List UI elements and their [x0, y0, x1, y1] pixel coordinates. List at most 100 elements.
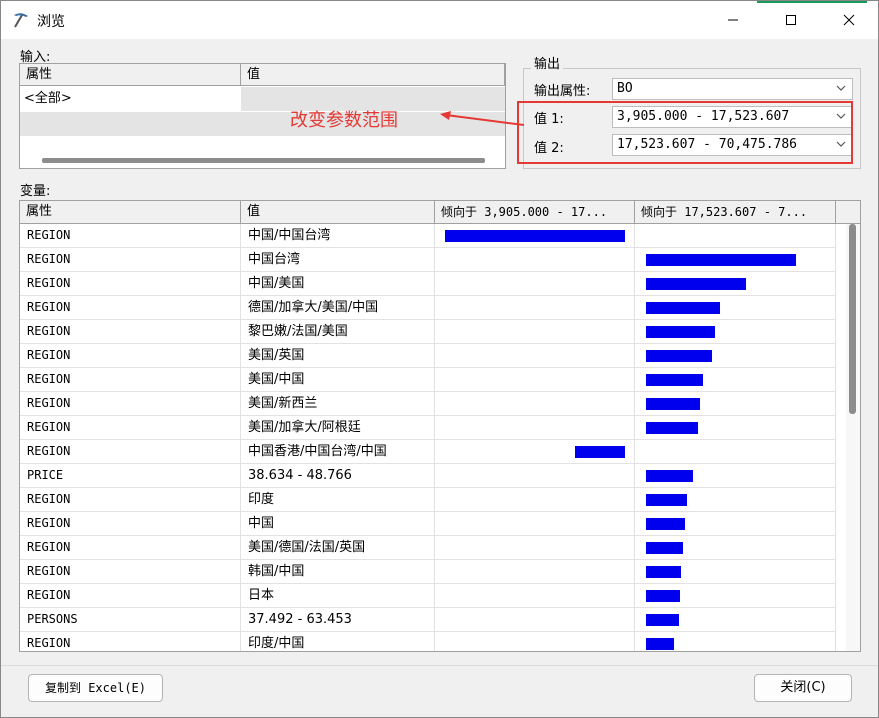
favors1-cell: [435, 392, 635, 416]
row-value: 中国/中国台湾: [241, 224, 435, 248]
favors1-cell: [435, 416, 635, 440]
favors2-bar: [646, 590, 680, 602]
favors2-cell: [635, 320, 836, 344]
row-value: 美国/德国/法国/英国: [241, 536, 435, 560]
minimize-button[interactable]: [704, 1, 762, 39]
table-row[interactable]: REGION 中国/中国台湾: [20, 224, 836, 248]
favors2-bar: [646, 326, 715, 338]
row-attribute: REGION: [20, 296, 241, 320]
chevron-down-icon: [836, 85, 846, 91]
table-row[interactable]: PERSONS 37.492 - 63.453: [20, 608, 836, 632]
browse-window: 浏览 输入: 属性 值 <全部> 输出 输出属性: BO 值 1: 3,905.…: [0, 0, 879, 718]
variables-grid[interactable]: 属性 值 倾向于 3,905.000 - 17... 倾向于 17,523.60…: [19, 200, 861, 652]
mining-pick-icon: [14, 13, 28, 28]
favors2-cell: [635, 296, 836, 320]
favors1-cell: [435, 560, 635, 584]
table-row[interactable]: REGION 印度: [20, 488, 836, 512]
close-window-button[interactable]: [820, 1, 878, 39]
row-value: 美国/加拿大/阿根廷: [241, 416, 435, 440]
title-bar: 浏览: [1, 1, 878, 39]
table-row[interactable]: REGION 日本: [20, 584, 836, 608]
input-horizontal-scrollbar[interactable]: [22, 152, 505, 168]
col-value-header[interactable]: 值: [241, 201, 435, 224]
favors2-cell: [635, 440, 836, 464]
favors2-bar: [646, 422, 698, 434]
input-row-attr[interactable]: <全部>: [20, 87, 241, 111]
favors1-cell: [435, 440, 635, 464]
scrollbar-thumb[interactable]: [849, 224, 856, 414]
row-attribute: REGION: [20, 632, 241, 651]
table-row[interactable]: REGION 美国/英国: [20, 344, 836, 368]
table-row[interactable]: REGION 印度/中国: [20, 632, 836, 651]
col-attr-header[interactable]: 属性: [20, 201, 241, 224]
table-row[interactable]: REGION 中国: [20, 512, 836, 536]
input-grid[interactable]: 属性 值 <全部>: [19, 63, 506, 169]
col-favors1-header[interactable]: 倾向于 3,905.000 - 17...: [435, 201, 635, 224]
row-attribute: REGION: [20, 512, 241, 536]
favors2-bar: [646, 278, 746, 290]
favors2-cell: [635, 536, 836, 560]
table-row[interactable]: REGION 美国/中国: [20, 368, 836, 392]
favors2-cell: [635, 488, 836, 512]
row-attribute: REGION: [20, 560, 241, 584]
input-col-value-header[interactable]: 值: [241, 64, 505, 86]
close-button[interactable]: 关闭(C): [754, 674, 852, 702]
row-attribute: REGION: [20, 416, 241, 440]
table-row[interactable]: REGION 中国/美国: [20, 272, 836, 296]
annotation-text: 改变参数范围: [290, 110, 398, 131]
favors2-cell: [635, 224, 836, 248]
table-row[interactable]: REGION 美国/德国/法国/英国: [20, 536, 836, 560]
favors1-cell: [435, 584, 635, 608]
table-row[interactable]: REGION 德国/加拿大/美国/中国: [20, 296, 836, 320]
row-attribute: PERSONS: [20, 608, 241, 632]
row-value: 美国/新西兰: [241, 392, 435, 416]
maximize-button[interactable]: [762, 1, 820, 39]
favors2-cell: [635, 560, 836, 584]
favors1-cell: [435, 344, 635, 368]
table-row[interactable]: REGION 中国香港/中国台湾/中国: [20, 440, 836, 464]
favors2-bar: [646, 494, 687, 506]
maximize-icon: [786, 15, 796, 25]
favors1-bar: [575, 446, 625, 458]
favors1-cell: [435, 368, 635, 392]
row-value: 德国/加拿大/美国/中国: [241, 296, 435, 320]
variables-vertical-scrollbar[interactable]: [846, 224, 860, 651]
favors2-cell: [635, 512, 836, 536]
row-attribute: REGION: [20, 584, 241, 608]
favors2-bar: [646, 638, 674, 650]
favors2-cell: [635, 248, 836, 272]
favors2-bar: [646, 566, 681, 578]
favors1-cell: [435, 536, 635, 560]
favors1-cell: [435, 464, 635, 488]
table-row[interactable]: REGION 中国台湾: [20, 248, 836, 272]
row-value: 38.634 - 48.766: [241, 464, 435, 488]
row-attribute: REGION: [20, 392, 241, 416]
row-value: 日本: [241, 584, 435, 608]
table-row[interactable]: REGION 美国/加拿大/阿根廷: [20, 416, 836, 440]
row-value: 中国/美国: [241, 272, 435, 296]
table-row[interactable]: REGION 韩国/中国: [20, 560, 836, 584]
favors1-cell: [435, 488, 635, 512]
favors2-bar: [646, 302, 720, 314]
favors2-cell: [635, 392, 836, 416]
row-attribute: REGION: [20, 536, 241, 560]
row-value: 韩国/中国: [241, 560, 435, 584]
row-value: 37.492 - 63.453: [241, 608, 435, 632]
col-favors2-header[interactable]: 倾向于 17,523.607 - 7...: [635, 201, 836, 224]
footer-separator: [1, 665, 878, 666]
row-attribute: REGION: [20, 272, 241, 296]
favors2-bar: [646, 614, 679, 626]
copy-to-excel-button[interactable]: 复制到 Excel(E): [28, 674, 163, 702]
favors1-cell: [435, 296, 635, 320]
row-attribute: REGION: [20, 344, 241, 368]
table-row[interactable]: REGION 黎巴嫩/法国/美国: [20, 320, 836, 344]
scrollbar-thumb[interactable]: [42, 158, 485, 163]
row-attribute: REGION: [20, 440, 241, 464]
favors2-cell: [635, 464, 836, 488]
input-col-attr-header[interactable]: 属性: [20, 64, 241, 86]
row-attribute: REGION: [20, 488, 241, 512]
favors2-cell: [635, 368, 836, 392]
table-row[interactable]: PRICE 38.634 - 48.766: [20, 464, 836, 488]
table-row[interactable]: REGION 美国/新西兰: [20, 392, 836, 416]
output-attr-dropdown[interactable]: BO: [612, 78, 853, 100]
